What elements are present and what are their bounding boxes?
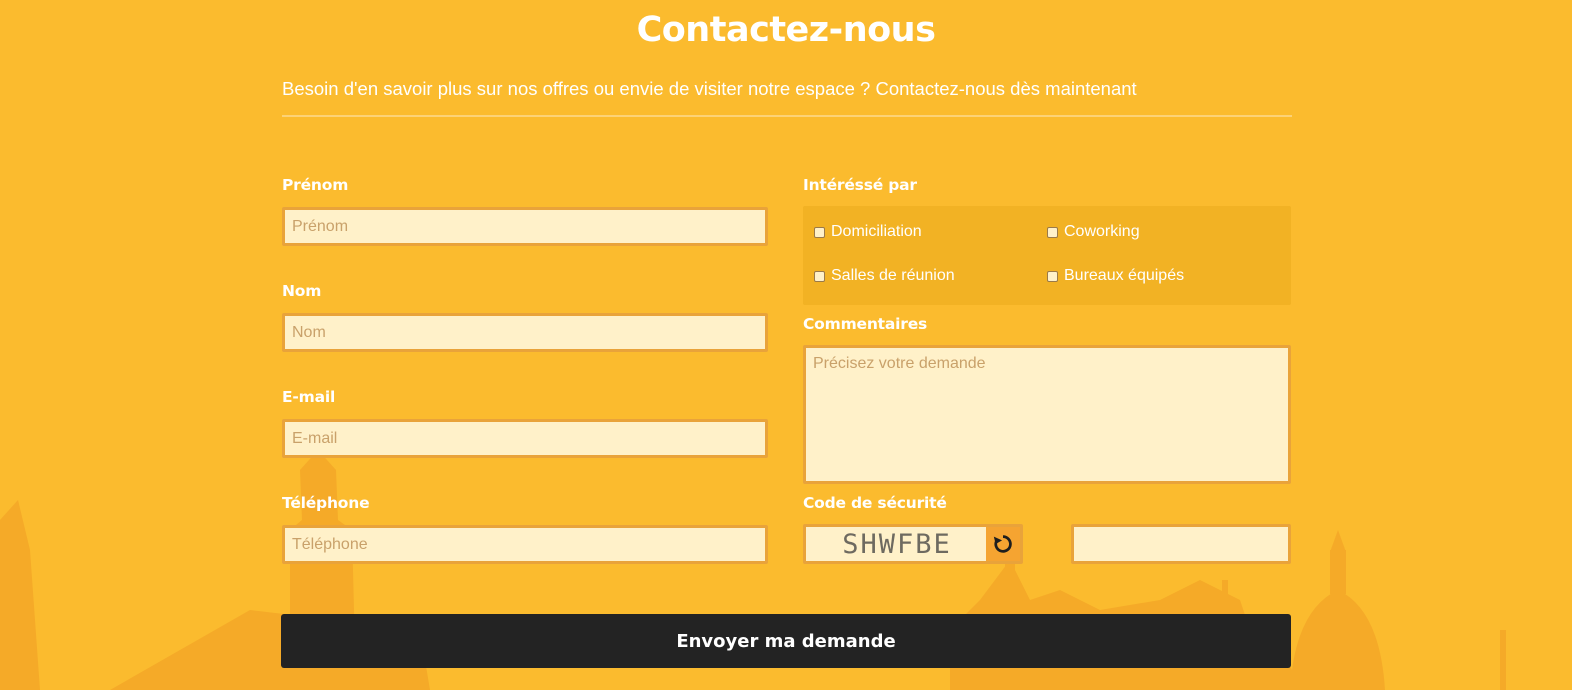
nom-input[interactable]: [282, 313, 768, 352]
checkbox-domiciliation[interactable]: Domiciliation: [814, 223, 922, 241]
checkbox-salles-de-reunion[interactable]: Salles de réunion: [814, 267, 955, 285]
checkbox-box[interactable]: [814, 270, 825, 282]
nom-label: Nom: [282, 282, 322, 300]
prenom-label: Prénom: [282, 176, 349, 194]
telephone-input[interactable]: [282, 525, 768, 564]
refresh-icon: [993, 535, 1012, 553]
page-subtitle: Besoin d'en savoir plus sur nos offres o…: [282, 78, 1137, 99]
security-code-label: Code de sécurité: [803, 494, 947, 512]
email-input[interactable]: [282, 419, 768, 458]
captcha-box: SHWFBE: [803, 524, 1023, 564]
captcha-image: SHWFBE: [842, 528, 952, 560]
submit-button[interactable]: Envoyer ma demande: [281, 614, 1291, 668]
comments-textarea[interactable]: [803, 345, 1291, 484]
checkbox-label: Coworking: [1064, 223, 1140, 240]
comments-label: Commentaires: [803, 315, 928, 333]
prenom-input[interactable]: [282, 207, 768, 246]
header-divider: [282, 115, 1292, 117]
checkbox-label: Bureaux équipés: [1064, 267, 1185, 284]
page-title: Contactez-nous: [636, 10, 936, 50]
interests-checkbox-group: Domiciliation Coworking Salles de réunio…: [803, 206, 1291, 305]
checkbox-box[interactable]: [814, 226, 825, 238]
security-code-input[interactable]: [1071, 524, 1291, 564]
telephone-label: Téléphone: [282, 494, 370, 512]
interests-label: Intéréssé par: [803, 176, 917, 194]
checkbox-coworking[interactable]: Coworking: [1047, 223, 1140, 241]
email-label: E-mail: [282, 388, 336, 406]
checkbox-bureaux-equipes[interactable]: Bureaux équipés: [1047, 267, 1184, 285]
checkbox-box[interactable]: [1047, 270, 1058, 282]
checkbox-label: Salles de réunion: [831, 267, 955, 284]
checkbox-box[interactable]: [1047, 226, 1058, 238]
captcha-refresh-button[interactable]: [986, 527, 1020, 561]
checkbox-label: Domiciliation: [831, 223, 922, 240]
